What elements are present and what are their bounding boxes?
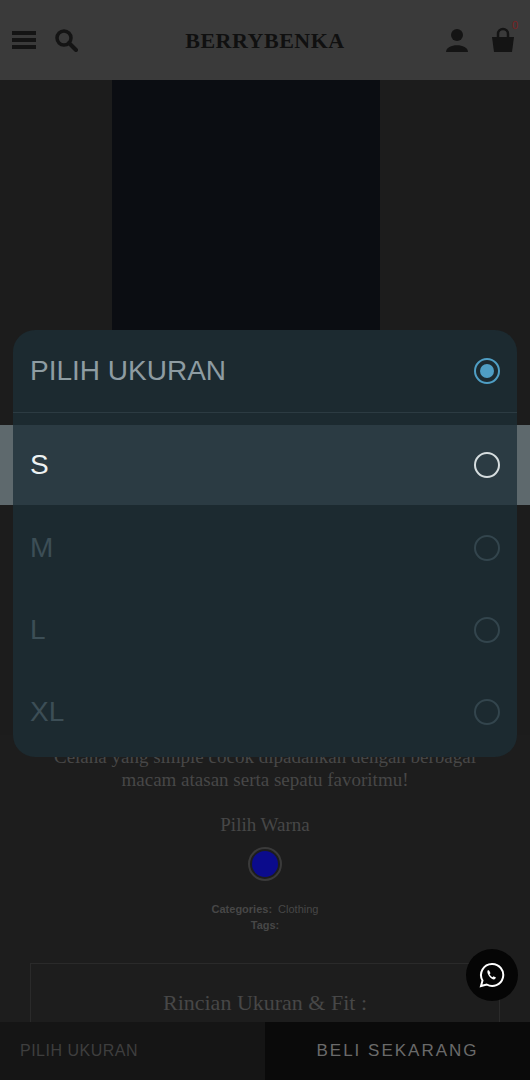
header-right: 0 — [345, 27, 518, 53]
choose-size-label: PILIH UKURAN — [20, 1039, 138, 1063]
site-header: BERRYBENKA 0 — [0, 0, 530, 80]
size-option[interactable]: M — [13, 507, 517, 589]
size-radio[interactable] — [474, 452, 500, 478]
categories-label: Categories: — [212, 901, 273, 917]
category-link[interactable]: Clothing — [278, 901, 318, 917]
size-details-title: Rincian Ukuran & Fit : — [163, 990, 367, 1016]
user-icon[interactable] — [446, 28, 468, 52]
choose-size-button[interactable]: PILIH UKURAN — [0, 1022, 265, 1080]
color-dot — [252, 851, 278, 877]
color-swatch[interactable] — [248, 847, 282, 881]
header-left — [12, 28, 185, 52]
site-logo[interactable]: BERRYBENKA — [185, 24, 344, 57]
size-option[interactable]: XL — [13, 671, 517, 753]
size-dialog-title-row[interactable]: PILIH UKURAN — [13, 330, 517, 413]
color-label: Pilih Warna — [220, 813, 309, 837]
size-option-label: XL — [30, 695, 64, 729]
size-radio[interactable] — [474, 358, 500, 384]
size-option-label: PILIH UKURAN — [30, 354, 226, 388]
cart-count: 0 — [512, 19, 518, 31]
size-option[interactable]: S — [0, 425, 530, 505]
product-info: Celana yang simple cocok dipadankan deng… — [0, 735, 530, 1057]
bottom-bar: PILIH UKURAN BELI SEKARANG — [0, 1022, 530, 1080]
whatsapp-icon — [479, 962, 505, 988]
buy-now-button[interactable]: BELI SEKARANG — [265, 1022, 530, 1080]
size-radio[interactable] — [474, 617, 500, 643]
size-radio-dot — [480, 364, 494, 378]
categories-row: Categories: Clothing — [212, 901, 319, 917]
size-option-label: M — [30, 531, 53, 565]
size-option[interactable]: L — [13, 589, 517, 671]
tags-label: Tags: — [251, 917, 280, 933]
color-swatches — [248, 847, 282, 881]
size-option-label: S — [30, 448, 49, 482]
size-radio[interactable] — [474, 535, 500, 561]
cart-button[interactable]: 0 — [490, 27, 516, 53]
buy-now-label: BELI SEKARANG — [316, 1038, 478, 1064]
menu-icon[interactable] — [12, 29, 36, 51]
size-radio[interactable] — [474, 699, 500, 725]
search-icon[interactable] — [54, 28, 78, 52]
size-option-label: L — [30, 613, 46, 647]
whatsapp-button[interactable] — [466, 949, 518, 1001]
size-dialog: PILIH UKURAN S M L XL — [13, 330, 517, 757]
